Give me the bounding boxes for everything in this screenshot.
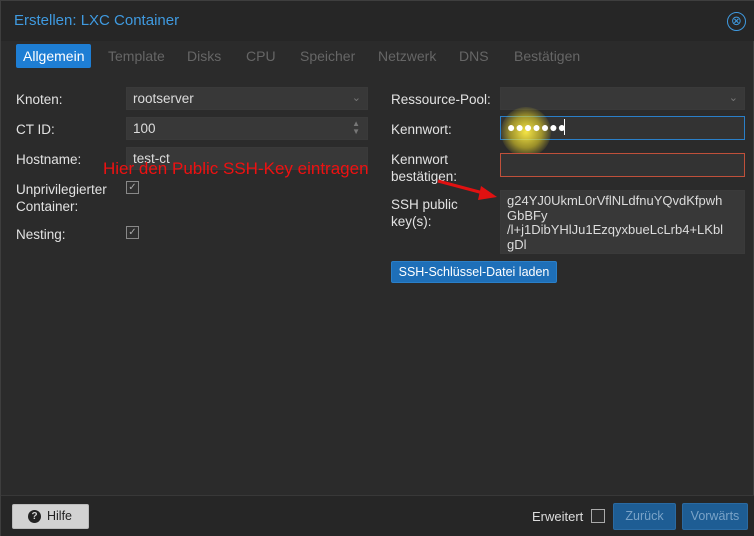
back-button[interactable]: Zurück — [613, 503, 676, 530]
advanced-checkbox[interactable] — [591, 509, 605, 523]
advanced-label: Erweitert — [532, 509, 584, 524]
help-icon: ? — [28, 510, 41, 523]
help-button[interactable]: ? Hilfe — [12, 504, 89, 529]
create-lxc-container-dialog: Erstellen: LXC Container ⊗ Allgemein Tem… — [0, 0, 754, 536]
next-button[interactable]: Vorwärts — [682, 503, 748, 530]
dialog-footer: ? Hilfe Erweitert Zurück Vorwärts — [1, 495, 754, 536]
annotation-arrow — [437, 179, 497, 200]
help-label: Hilfe — [47, 509, 73, 523]
